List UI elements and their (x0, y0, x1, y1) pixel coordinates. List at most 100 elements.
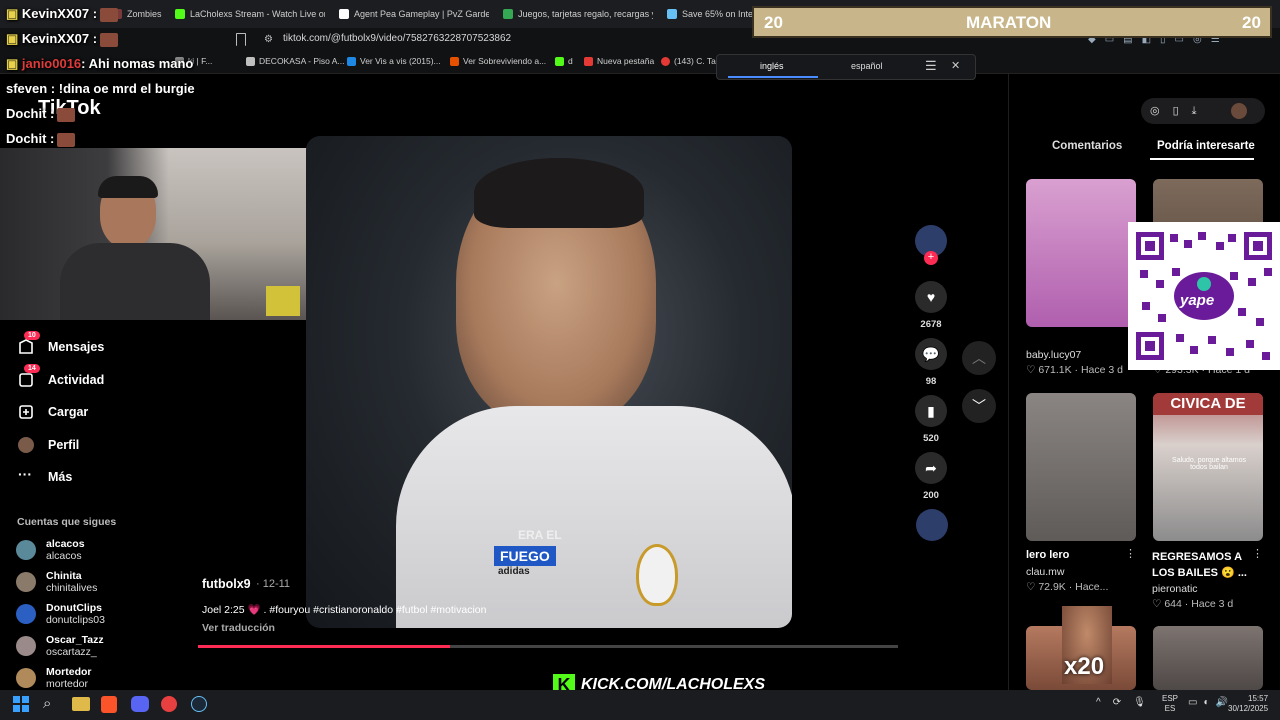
chat-message: Dochit : (6, 106, 76, 122)
browser-tab[interactable]: Agent Pea Gameplay | PvZ Garden W (339, 4, 489, 24)
recommended-thumbnail[interactable] (1153, 626, 1263, 690)
active-tab-indicator (1150, 158, 1254, 160)
recommended-time: · Hace... (1068, 581, 1109, 593)
bookmark-item[interactable]: d (555, 56, 573, 66)
close-icon[interactable]: ✕ (951, 59, 960, 72)
tab-label: Save 65% on Intern (682, 9, 757, 19)
recommended-title[interactable]: lero lero (1026, 549, 1069, 561)
bookmark-label: Ver Sobreviviendo a... (463, 56, 547, 66)
following-item[interactable]: Mortedor mortedor (16, 666, 92, 690)
video-jersey (396, 406, 792, 628)
webcam-box (266, 286, 300, 316)
next-video-button[interactable]: ﹀ (962, 389, 996, 423)
recommended-user[interactable]: clau.mw (1026, 566, 1065, 578)
tab-podria-interesarte[interactable]: Podría interesarte (1157, 140, 1255, 152)
bookmark-item[interactable]: Ver Sobreviviendo a... (450, 56, 546, 66)
browser-tab[interactable]: Juegos, tarjetas regalo, recargas y m (503, 4, 653, 24)
menu-icon[interactable]: ☰ (925, 58, 937, 74)
nav-label: Perfil (48, 438, 80, 452)
nav-item-cargar[interactable]: Cargar (18, 404, 88, 420)
webcam-hair (98, 176, 158, 198)
bookmark-label: Ver Vis a vis (2015)... (360, 56, 441, 66)
translate-active-indicator (728, 76, 818, 78)
discord-icon[interactable] (131, 696, 149, 712)
nav-item-mas[interactable]: ··· Más (18, 466, 72, 485)
bookmark-icon[interactable] (236, 33, 246, 46)
video-progress-fill (198, 645, 450, 648)
bookmark-label: d (568, 56, 573, 66)
video-author[interactable]: futbolx9 (202, 577, 251, 591)
file-explorer-icon[interactable] (72, 697, 90, 711)
following-item[interactable]: alcacos alcacos (16, 538, 85, 562)
site-info-icon[interactable]: ⚙ (264, 34, 273, 45)
translate-target-tab[interactable]: español (851, 61, 883, 71)
more-icon: ··· (18, 466, 32, 482)
windows-start-icon[interactable] (13, 696, 29, 717)
browser-tab[interactable]: Zombies (112, 4, 162, 24)
chat-user: KevinXX07 : (21, 6, 98, 21)
panel-toolbar-icons[interactable]: ◎▯⤓ (1150, 104, 1210, 118)
nav-item-mensajes[interactable]: 10 Mensajes (18, 331, 105, 355)
brave-browser-icon[interactable] (101, 696, 117, 713)
bookmark-favicon-icon (584, 56, 593, 66)
nav-item-actividad[interactable]: 14 Actividad (18, 364, 104, 388)
chat-emote-icon (57, 107, 76, 122)
chat-message: ▣ KevinXX07 : (6, 31, 119, 47)
comment-button[interactable]: 💬 (915, 338, 947, 370)
following-item[interactable]: Chinita chinitalives (16, 570, 97, 594)
url-field[interactable]: tiktok.com/@futbolx9/video/7582763228707… (283, 33, 511, 44)
like-button[interactable]: ♥ (915, 281, 947, 313)
see-translation-link[interactable]: Ver traducción (202, 622, 275, 634)
steam-icon[interactable] (191, 696, 207, 712)
bookmark-favicon-icon (347, 56, 356, 66)
nav-label: Cargar (48, 405, 89, 419)
clock[interactable]: 15:57 30/12/2025 (1228, 694, 1268, 714)
bookmark-icon: ▮ (927, 402, 935, 419)
save-button[interactable]: ▮ (915, 395, 947, 427)
activity-icon: 14 (18, 364, 40, 388)
following-handle: chinitalives (46, 582, 98, 594)
recommended-user[interactable]: pieronatic (1152, 583, 1198, 595)
bookmark-item[interactable]: (143) C. Tar (661, 56, 719, 66)
more-options-icon[interactable]: ⋮ (1252, 547, 1263, 560)
following-handle: donutclips03 (46, 614, 105, 626)
bookmark-favicon-icon (246, 56, 255, 66)
maraton-banner: 20 MARATON 20 (752, 6, 1272, 38)
more-options-icon[interactable]: ⋮ (1125, 547, 1136, 560)
nav-item-perfil[interactable]: Perfil (18, 437, 79, 453)
prev-video-button[interactable]: ︿ (962, 341, 996, 375)
search-icon[interactable]: ⌕ (43, 695, 51, 712)
tab-comentarios[interactable]: Comentarios (1052, 140, 1122, 152)
recommended-title[interactable]: REGRESAMOS A LOS BAILES 😮 ... (1152, 549, 1252, 581)
following-item[interactable]: Oscar_Tazz oscartazz_ (16, 634, 104, 658)
bookmark-item[interactable]: DECOKASA - Piso A... (246, 56, 345, 66)
music-disc-icon[interactable] (916, 509, 948, 541)
browser-tab[interactable]: Save 65% on Intern (667, 4, 757, 24)
share-count: 200 (923, 490, 939, 501)
user-avatar[interactable] (1231, 103, 1247, 119)
tiktok-video-player[interactable]: ERA EL FUEGO adidas (306, 136, 792, 628)
recommended-thumbnail[interactable] (1026, 179, 1136, 327)
recommended-likes: 72.9K (1038, 581, 1066, 593)
browser-tab[interactable]: LaCholexs Stream - Watch Live on Ki (175, 4, 325, 24)
clock-time: 15:57 (1248, 694, 1269, 703)
nav-label: Mensajes (48, 340, 105, 354)
recommended-thumbnail[interactable] (1026, 393, 1136, 541)
recommended-meta: ♡ 644 · Hace 3 d (1152, 598, 1233, 610)
bookmark-favicon-icon (450, 56, 459, 66)
follow-plus-icon[interactable]: + (924, 251, 938, 265)
translate-source-tab[interactable]: inglés (760, 61, 784, 71)
bookmark-item[interactable]: Nueva pestaña (584, 56, 654, 66)
app-icon[interactable] (161, 696, 177, 712)
heart-outline-icon: ♡ (1026, 581, 1039, 593)
multiplier-label: x20 (1064, 653, 1105, 680)
following-item[interactable]: DonutClips donutclips03 (16, 602, 105, 626)
share-button[interactable]: ➦ (915, 452, 947, 484)
tab-label: Agent Pea Gameplay | PvZ Garden W (354, 9, 489, 19)
recommended-user[interactable]: baby.lucy07 (1026, 349, 1081, 361)
language-indicator[interactable]: ESP ES (1162, 694, 1178, 714)
recommended-thumbnail[interactable]: CIVICA DE Saludo, porque altamos todos b… (1153, 393, 1263, 541)
system-tray-icons[interactable]: ^⟳🎙 (1096, 697, 1158, 708)
real-madrid-crest-icon (636, 544, 678, 606)
bookmark-item[interactable]: Ver Vis a vis (2015)... (347, 56, 441, 66)
